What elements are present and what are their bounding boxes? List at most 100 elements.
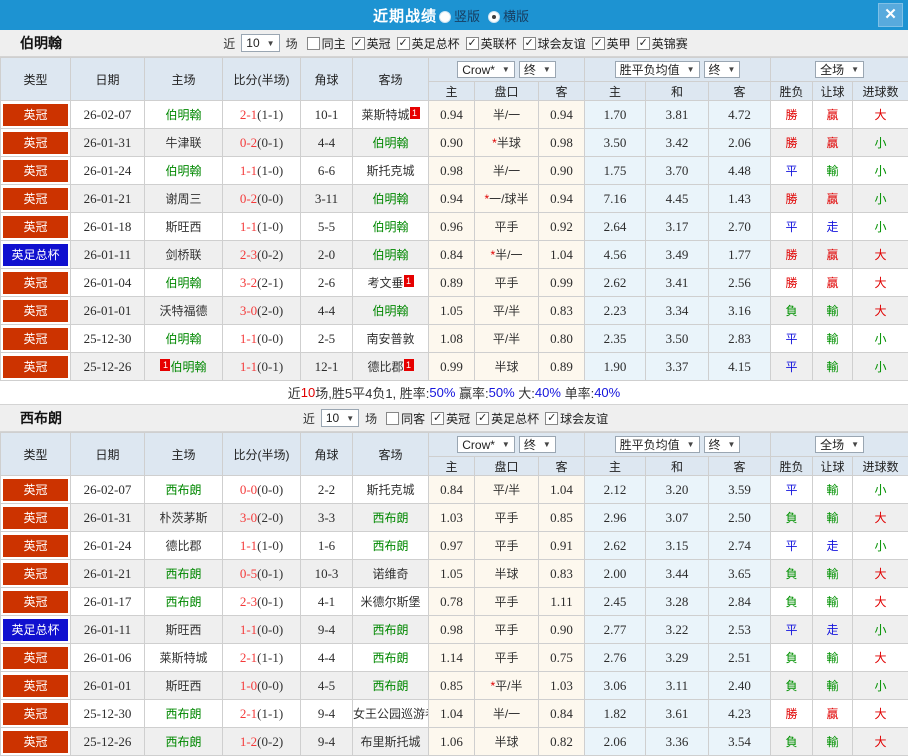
score: 0-0(0-0) — [223, 476, 301, 504]
result: 平 — [771, 532, 813, 560]
odds-away: 0.83 — [539, 560, 585, 588]
games-label: 场 — [286, 35, 298, 52]
avg-odds-dropdown[interactable]: 胜平负均值▼ — [615, 61, 700, 78]
match-row: 英冠26-01-18斯旺西1-1(1-0)5-5伯明翰0.96平手0.922.6… — [1, 213, 908, 241]
odds-group-header: 胜平负均值▼终▼ — [585, 58, 771, 82]
league-filter-checkbox[interactable]: ✓ — [431, 412, 444, 425]
score: 3-0(2-0) — [223, 504, 301, 532]
corners: 12-1 — [301, 353, 353, 381]
league-badge: 英冠 — [1, 213, 71, 241]
league-badge: 英冠 — [1, 700, 71, 728]
league-filter-checkbox[interactable]: ✓ — [637, 37, 650, 50]
match-row: 英冠26-01-31朴茨茅斯3-0(2-0)3-3西布朗1.03平手0.852.… — [1, 504, 908, 532]
dropdown-arrow-icon: ▼ — [728, 440, 736, 449]
avg-draw: 3.15 — [646, 532, 709, 560]
goals-over-under: 大 — [853, 297, 908, 325]
avg-away: 2.50 — [709, 504, 771, 532]
corners: 2-6 — [301, 269, 353, 297]
avg-away: 4.72 — [709, 101, 771, 129]
avg-home: 4.56 — [585, 241, 646, 269]
away-team: 德比郡1 — [353, 353, 429, 381]
avg-draw: 3.49 — [646, 241, 709, 269]
handicap-result: 輸 — [813, 353, 853, 381]
handicap: 半/一 — [475, 101, 539, 129]
col-header: 比分(半场) — [223, 433, 301, 476]
score: 1-1(0-0) — [223, 616, 301, 644]
away-team: 西布朗 — [353, 672, 429, 700]
bookmaker-dropdown[interactable]: Crow*▼ — [457, 61, 515, 78]
home-team: 西布朗 — [145, 476, 223, 504]
corners: 4-4 — [301, 129, 353, 157]
league-filter-checkbox[interactable]: ✓ — [352, 37, 365, 50]
popup-title: 近期战绩 — [373, 5, 437, 26]
odds-home: 1.05 — [429, 560, 475, 588]
result: 平 — [771, 325, 813, 353]
match-date: 25-12-30 — [71, 325, 145, 353]
avg-home: 1.90 — [585, 353, 646, 381]
avg-home: 2.23 — [585, 297, 646, 325]
avg-final-dropdown[interactable]: 终▼ — [704, 61, 741, 78]
away-team: 女王公园巡游者 — [353, 700, 429, 728]
view-radio-selected[interactable] — [488, 11, 500, 23]
match-row: 英冠26-01-21谢周三0-2(0-0)3-11伯明翰0.94*一/球半0.9… — [1, 185, 908, 213]
odds-away: 0.84 — [539, 700, 585, 728]
goals-over-under: 小 — [853, 157, 908, 185]
avg-odds-dropdown[interactable]: 胜平负均值▼ — [615, 436, 700, 453]
close-button[interactable]: ✕ — [878, 3, 903, 27]
odds-home: 1.14 — [429, 644, 475, 672]
same-venue-checkbox[interactable] — [307, 37, 320, 50]
match-date: 26-01-31 — [71, 129, 145, 157]
odds-home: 0.85 — [429, 672, 475, 700]
league-filter-checkbox[interactable]: ✓ — [476, 412, 489, 425]
league-filter-checkbox[interactable]: ✓ — [592, 37, 605, 50]
league-filter-checkbox[interactable]: ✓ — [523, 37, 536, 50]
corners: 6-6 — [301, 157, 353, 185]
avg-draw: 3.22 — [646, 616, 709, 644]
scope-dropdown[interactable]: 全场▼ — [815, 61, 864, 78]
section-home-team: 伯明翰 近10▼场同主✓英冠✓英足总杯✓英联杯✓球会友谊✓英甲✓英锦赛 类型日期… — [0, 30, 908, 405]
view-radio-unselected[interactable] — [439, 11, 451, 23]
match-date: 26-01-21 — [71, 560, 145, 588]
odds-away: 0.94 — [539, 101, 585, 129]
odds-group-header: 全场▼ — [771, 58, 908, 82]
scope-dropdown[interactable]: 全场▼ — [815, 436, 864, 453]
avg-draw: 3.37 — [646, 353, 709, 381]
home-team: 西布朗 — [145, 588, 223, 616]
same-venue-checkbox[interactable] — [386, 412, 399, 425]
score: 2-3(0-2) — [223, 241, 301, 269]
near-label: 近 — [223, 35, 235, 52]
odds-group-header: Crow*▼终▼ — [429, 433, 585, 457]
team-name: 西布朗 — [20, 408, 62, 428]
dropdown-arrow-icon: ▼ — [851, 440, 859, 449]
score: 1-1(1-0) — [223, 213, 301, 241]
home-team: 斯旺西 — [145, 616, 223, 644]
avg-draw: 3.28 — [646, 588, 709, 616]
match-count-dropdown[interactable]: 10▼ — [241, 34, 279, 52]
final-odds-dropdown[interactable]: 终▼ — [519, 436, 556, 453]
view-mode-options: 竖版横版 — [437, 6, 535, 25]
bookmaker-dropdown[interactable]: Crow*▼ — [457, 436, 515, 453]
league-filter-checkbox[interactable]: ✓ — [545, 412, 558, 425]
result: 平 — [771, 213, 813, 241]
avg-away: 1.43 — [709, 185, 771, 213]
match-count-dropdown[interactable]: 10▼ — [321, 409, 359, 427]
summary-segment: 40% — [535, 385, 561, 400]
avg-final-dropdown[interactable]: 终▼ — [704, 436, 741, 453]
away-team: 西布朗 — [353, 644, 429, 672]
final-odds-dropdown[interactable]: 终▼ — [519, 61, 556, 78]
home-team: 斯旺西 — [145, 213, 223, 241]
goals-over-under: 小 — [853, 129, 908, 157]
match-row: 英冠26-01-24德比郡1-1(1-0)1-6西布朗0.97平手0.912.6… — [1, 532, 908, 560]
match-date: 26-02-07 — [71, 476, 145, 504]
check-icon: ✓ — [525, 38, 534, 49]
handicap-result: 輸 — [813, 325, 853, 353]
team-filter-bar: 西布朗 近10▼场同客✓英冠✓英足总杯✓球会友谊 — [0, 405, 908, 432]
checkbox-label: 英冠 — [367, 35, 391, 52]
league-filter-checkbox[interactable]: ✓ — [397, 37, 410, 50]
col-header: 客场 — [353, 58, 429, 101]
avg-away: 2.53 — [709, 616, 771, 644]
match-date: 26-01-11 — [71, 241, 145, 269]
league-badge: 英足总杯 — [1, 616, 71, 644]
league-filter-checkbox[interactable]: ✓ — [466, 37, 479, 50]
view-label: 竖版 — [454, 9, 480, 24]
